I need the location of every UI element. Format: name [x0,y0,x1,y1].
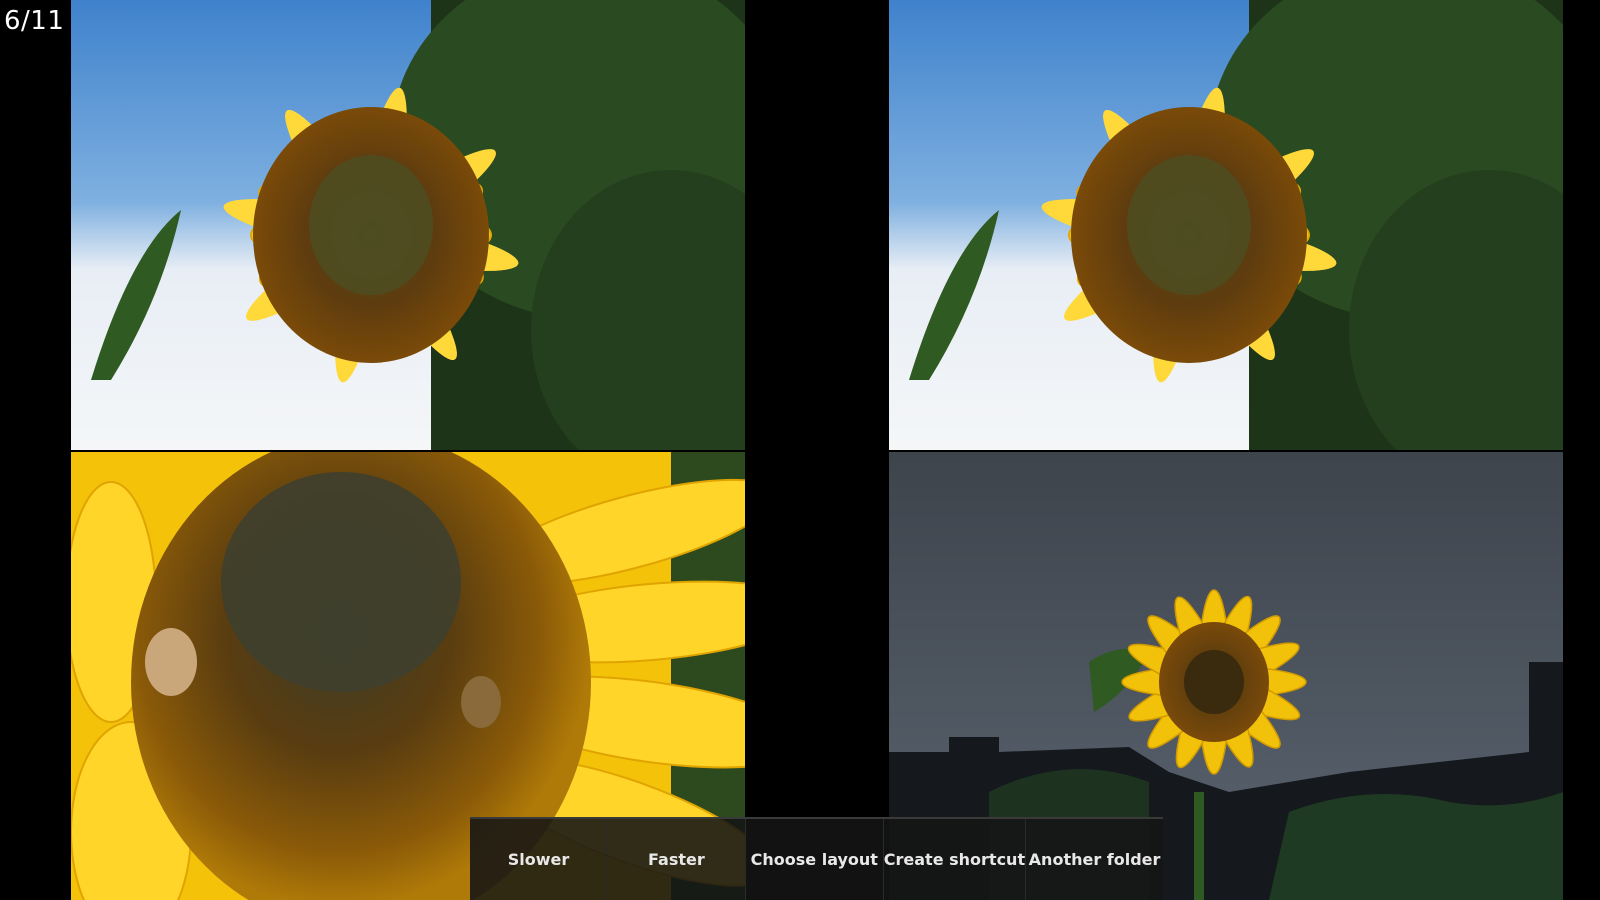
image-counter: 6/11 [4,6,65,36]
photo-tile-2[interactable] [889,0,1563,450]
create-shortcut-button[interactable]: Create shortcut [884,819,1027,900]
photo-tile-1[interactable] [71,0,745,450]
faster-button[interactable]: Faster [608,819,746,900]
another-folder-button[interactable]: Another folder [1026,819,1163,900]
sunflower-photo [889,0,1563,450]
options-menu: Slower Faster Choose layout Create short… [470,817,1163,900]
slower-button[interactable]: Slower [470,819,608,900]
slideshow-screen: 6/11 Slower Faster Choose layout Create … [0,0,1600,900]
choose-layout-button[interactable]: Choose layout [746,819,884,900]
sunflower-photo [71,0,745,450]
